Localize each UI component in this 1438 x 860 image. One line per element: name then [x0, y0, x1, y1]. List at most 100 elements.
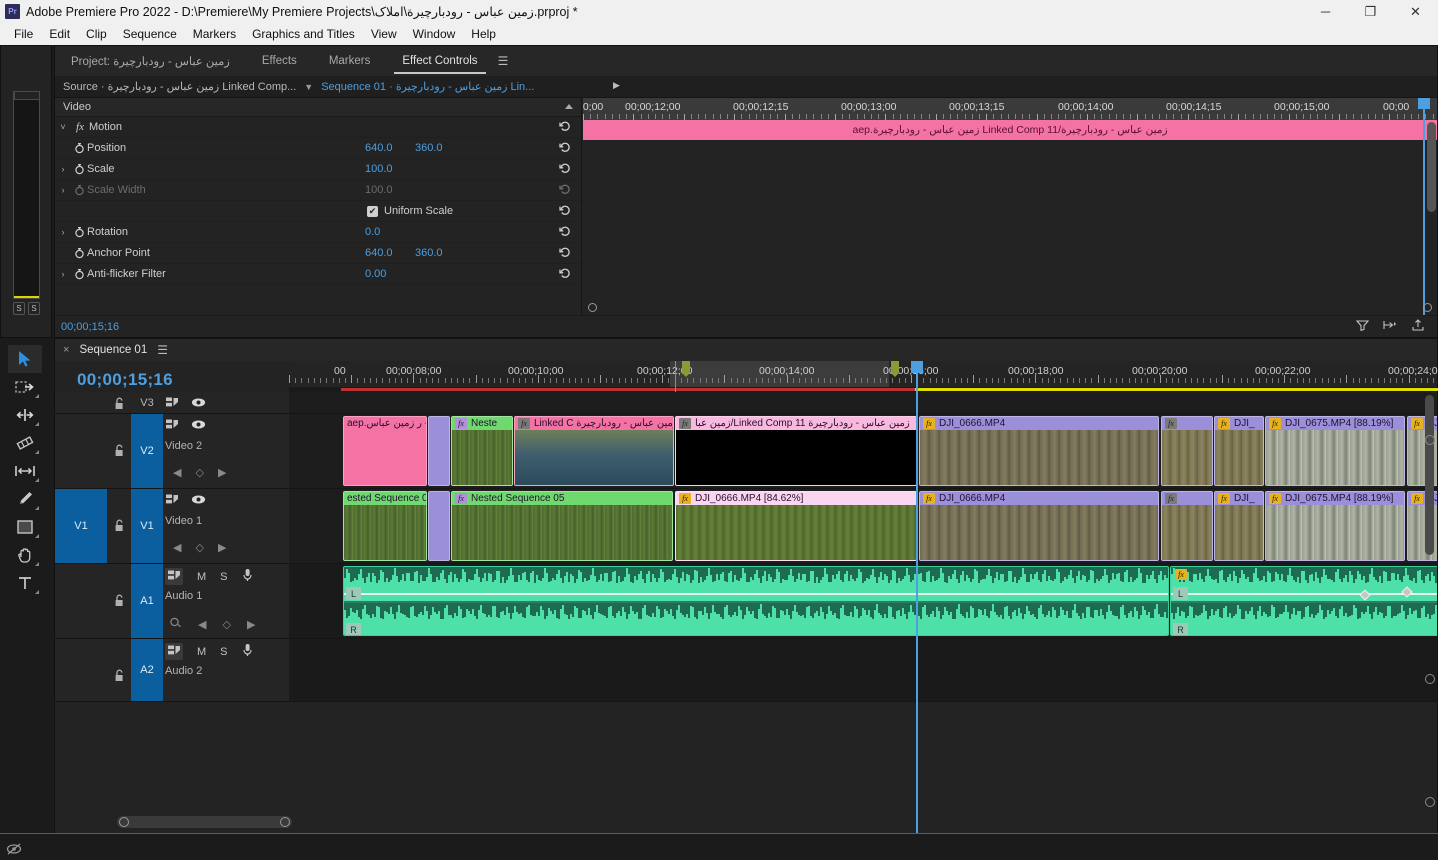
add-keyframe-icon[interactable]: ◇: [222, 618, 230, 631]
track-target-v1[interactable]: V1: [55, 489, 107, 563]
track-clips-v1[interactable]: ested Sequence 04 fx Nested Sequence 05 fx D…: [289, 489, 1437, 563]
zoom-handle-right[interactable]: [280, 817, 290, 827]
checkbox-icon[interactable]: ✔: [367, 205, 378, 217]
volume-rubber-band[interactable]: [1171, 593, 1437, 595]
property-value-y[interactable]: 360.0: [415, 247, 443, 259]
fx-badge-icon[interactable]: fx: [1165, 418, 1177, 429]
playhead-timecode[interactable]: 00;00;15;16: [77, 370, 173, 390]
fx-badge-icon[interactable]: fx: [1218, 418, 1230, 429]
menu-clip[interactable]: Clip: [78, 25, 115, 43]
chevron-right-icon[interactable]: ›: [55, 269, 71, 279]
menu-sequence[interactable]: Sequence: [115, 25, 185, 43]
voice-over-icon[interactable]: [169, 616, 182, 632]
ripple-edit-tool[interactable]: [8, 401, 42, 429]
play-arrow-icon[interactable]: ▶: [613, 80, 620, 91]
volume-rubber-band[interactable]: [344, 593, 1168, 595]
timeline-clip[interactable]: fx DJI_0666.MP4 [84.62%]: [675, 491, 917, 561]
track-a2[interactable]: A2 M S Audio 2: [55, 639, 1437, 702]
reset-button[interactable]: [559, 267, 571, 282]
solo-left-button[interactable]: S: [13, 302, 25, 315]
rate-stretch-tool[interactable]: [8, 429, 42, 457]
track-select-forward-tool[interactable]: [8, 373, 42, 401]
timeline-clip[interactable]: fx DJI_0666.MP4: [919, 416, 1159, 486]
timeline-clip[interactable]: زمین عباس - ر زمین عباس.aep: [343, 416, 427, 486]
property-value[interactable]: 100.0: [365, 163, 393, 175]
effect-controls-menu-icon[interactable]: ☰: [498, 54, 509, 68]
track-label-a1[interactable]: A1: [131, 564, 163, 638]
prev-keyframe-icon[interactable]: ◀: [198, 618, 206, 631]
sync-lock-icon[interactable]: [165, 643, 183, 660]
track-label-v2[interactable]: V2: [131, 414, 163, 488]
fx-badge-icon[interactable]: fx: [1175, 569, 1187, 580]
reset-button[interactable]: [559, 120, 571, 135]
effect-controls-clip-bar[interactable]: زمین عباس - رودبارچیرة/Linked Comp 11 زم…: [583, 120, 1437, 140]
track-header-a2[interactable]: A2 M S Audio 2: [55, 639, 289, 701]
next-keyframe-icon[interactable]: ▶: [247, 618, 255, 631]
property-value-x[interactable]: 640.0: [365, 142, 393, 154]
sync-lock-icon[interactable]: [165, 396, 179, 411]
fx-badge-icon[interactable]: fx: [679, 418, 691, 429]
menu-view[interactable]: View: [363, 25, 405, 43]
zoom-handle-left[interactable]: [119, 817, 129, 827]
fx-badge-icon[interactable]: fx: [679, 493, 691, 504]
timeline-clip[interactable]: fx: [1161, 491, 1213, 561]
filter-icon[interactable]: [1355, 319, 1370, 334]
solo-button[interactable]: S: [220, 646, 227, 658]
property-value[interactable]: 0.00: [365, 268, 386, 280]
video-section-header[interactable]: Video: [55, 98, 581, 117]
timeline-marker-icon[interactable]: [891, 361, 899, 377]
reset-button[interactable]: [559, 162, 571, 177]
type-tool[interactable]: [8, 569, 42, 597]
current-time-indicator[interactable]: [1418, 98, 1430, 315]
timeline-clip[interactable]: fx DJI_0675.MP4 [88.19%]: [1265, 491, 1405, 561]
menu-file[interactable]: File: [6, 25, 41, 43]
tab-sequence-01[interactable]: Sequence 01: [79, 344, 147, 356]
track-v3[interactable]: V3: [55, 392, 1437, 414]
chevron-right-icon[interactable]: ›: [55, 227, 71, 237]
property-value-y[interactable]: 360.0: [415, 142, 443, 154]
stopwatch-icon[interactable]: [71, 142, 87, 154]
fx-badge-icon[interactable]: fx: [455, 493, 467, 504]
tab-project[interactable]: Project: زمین عباس - رودبارچیرة: [55, 46, 246, 76]
lock-icon[interactable]: [107, 392, 131, 414]
timeline-clip[interactable]: fx DJI_: [1214, 416, 1264, 486]
current-time-indicator[interactable]: [911, 361, 923, 833]
next-keyframe-icon[interactable]: ▶: [218, 541, 226, 554]
scroll-handle-bottom[interactable]: [1425, 674, 1435, 684]
reset-button[interactable]: [559, 141, 571, 156]
solo-button[interactable]: S: [220, 571, 227, 583]
track-clips-v3[interactable]: [289, 392, 1437, 413]
track-clips-a2[interactable]: [289, 639, 1437, 701]
zoom-handle-left[interactable]: [588, 303, 597, 312]
selection-tool[interactable]: [8, 345, 42, 373]
menu-markers[interactable]: Markers: [185, 25, 244, 43]
fx-badge-icon[interactable]: fx: [923, 418, 935, 429]
property-scale[interactable]: › Scale 100.0: [55, 159, 581, 180]
chevron-right-icon[interactable]: ›: [55, 185, 71, 195]
lock-icon[interactable]: [107, 665, 131, 685]
track-clips-a1[interactable]: L R L Rfx: [289, 564, 1437, 638]
menu-graphics-and-titles[interactable]: Graphics and Titles: [244, 25, 363, 43]
mute-button[interactable]: M: [197, 646, 206, 658]
timeline-clip[interactable]: fx DJI_: [1214, 491, 1264, 561]
sync-lock-icon[interactable]: [165, 493, 179, 508]
pen-tool[interactable]: [8, 485, 42, 513]
fx-badge-icon[interactable]: fx: [518, 418, 530, 429]
timeline-clip[interactable]: ested Sequence 04: [343, 491, 427, 561]
export-frame-icon[interactable]: [1411, 319, 1425, 334]
chevron-down-icon[interactable]: ˅: [55, 122, 71, 132]
property-rotation[interactable]: › Rotation 0.0: [55, 222, 581, 243]
property-uniform-scale[interactable]: ✔ Uniform Scale: [55, 201, 581, 222]
add-keyframe-icon[interactable]: ◇: [195, 541, 203, 554]
chevron-down-icon[interactable]: ▼: [304, 82, 313, 92]
lock-icon[interactable]: [107, 590, 131, 610]
sync-lock-icon[interactable]: [165, 568, 183, 585]
reset-button[interactable]: [559, 204, 571, 219]
rectangle-tool[interactable]: [8, 513, 42, 541]
stopwatch-icon[interactable]: [71, 163, 87, 175]
stopwatch-icon[interactable]: [71, 247, 87, 259]
track-header-v1[interactable]: V1 V1 Video 1 ◀ ◇ ▶: [55, 489, 289, 563]
zoom-handle-right[interactable]: [1423, 303, 1432, 312]
microphone-icon[interactable]: [242, 568, 253, 585]
menu-edit[interactable]: Edit: [41, 25, 78, 43]
